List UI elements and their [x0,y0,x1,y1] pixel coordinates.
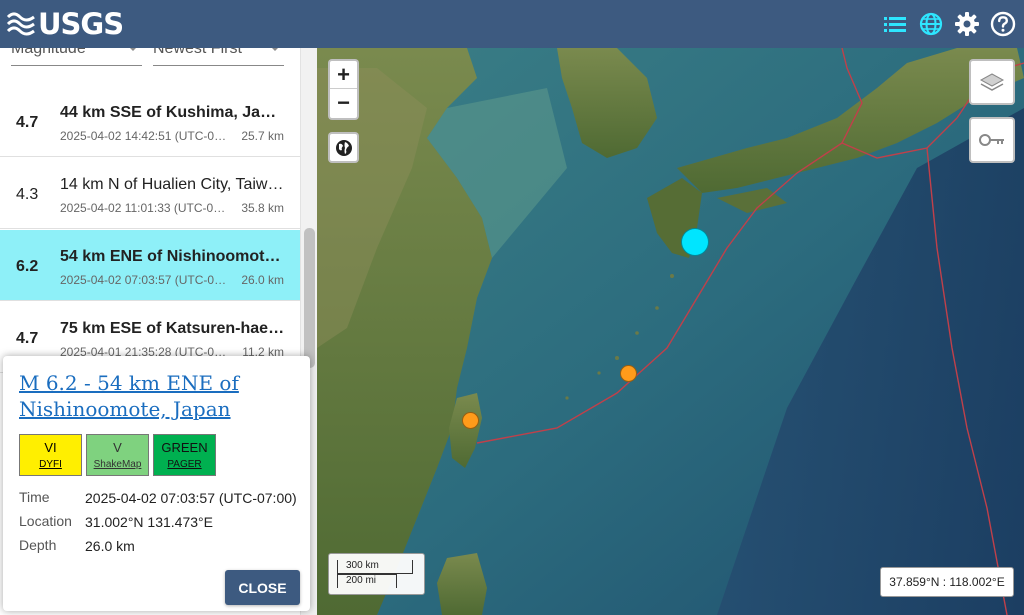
usgs-logo[interactable]: USGS [0,0,124,48]
pager-label: PAGER [167,459,202,470]
depth: 25.7 km [241,129,284,143]
help-icon[interactable] [990,11,1016,37]
shakemap-label: ShakeMap [93,459,142,470]
scrollbar-thumb[interactable] [304,228,315,368]
impact-badges: VI DYFI V ShakeMap GREEN PAGER [19,434,216,476]
pager-value: GREEN [161,440,208,455]
layers-button[interactable] [969,59,1015,105]
scale-km: 300 km [337,560,413,574]
gear-icon[interactable] [954,11,980,37]
world-view-button[interactable] [328,132,359,163]
earthquake-marker-selected[interactable] [681,228,709,256]
earthquake-popup: M 6.2 - 54 km ENE of Nishinoomote, Japan… [3,356,310,611]
time: 2025-04-02 11:01:33 (UTC-07:00) [60,201,230,215]
dyfi-label: DYFI [39,459,62,470]
time-value: 2025-04-02 07:03:57 (UTC-07:00) [85,490,297,506]
scale-mi: 200 mi [337,574,397,588]
sort-order-select[interactable]: Newest First [153,48,284,66]
chevron-down-icon [270,48,280,51]
legend-button[interactable] [969,117,1015,163]
map-scale: 300 km 200 mi [328,553,425,595]
pager-badge[interactable]: GREEN PAGER [153,434,216,476]
shakemap-value: V [113,440,122,455]
sort-order-value: Newest First [153,48,242,57]
mouse-coordinates: 37.859°N : 118.002°E [880,567,1014,597]
layers-icon [979,73,1005,91]
depth: 35.8 km [241,201,284,215]
time-label: Time [19,489,50,505]
depth-value: 26.0 km [85,538,135,554]
list-item[interactable]: 4.3 14 km N of Hualien City, Taiwan 2025… [0,158,300,229]
sort-field-select[interactable]: Magnitude [11,48,142,66]
depth-label: Depth [19,537,57,553]
zoom-control: + − [328,59,359,120]
dyfi-value: VI [44,440,57,455]
sort-controls: Magnitude Newest First [0,48,300,86]
shakemap-badge[interactable]: V ShakeMap [86,434,149,476]
list-item[interactable]: 4.7 44 km SSE of Kushima, Japan 2025-04-… [0,86,300,157]
earthquake-marker[interactable] [462,412,479,429]
app-header: USGS [0,0,1024,48]
event-title-link[interactable]: M 6.2 - 54 km ENE of Nishinoomote, Japan [19,370,299,422]
place: 75 km ESE of Katsuren-haebaru, Japan [60,320,285,337]
place: 44 km SSE of Kushima, Japan [60,104,285,121]
list-icon[interactable] [882,11,908,37]
globe-icon[interactable] [918,11,944,37]
place: 54 km ENE of Nishinoomote, Japan [60,248,285,265]
close-button[interactable]: CLOSE [225,570,300,605]
time: 2025-04-02 14:42:51 (UTC-07:00) [60,129,230,143]
location-label: Location [19,513,72,529]
time: 2025-04-02 07:03:57 (UTC-07:00) [60,273,230,287]
depth: 26.0 km [241,273,284,287]
dyfi-badge[interactable]: VI DYFI [19,434,82,476]
list-item-selected[interactable]: 6.2 54 km ENE of Nishinoomote, Japan 202… [0,230,300,301]
key-icon [979,134,1004,146]
satellite-basemap [317,48,1024,615]
earthquake-marker[interactable] [620,365,637,382]
map[interactable]: + − 300 km 200 mi 37.859°N : 118.002°E [317,48,1024,615]
globe-icon [335,139,352,156]
sort-field-value: Magnitude [11,48,86,57]
logo-text: USGS [38,7,124,41]
location-value: 31.002°N 131.473°E [85,514,213,530]
magnitude: 6.2 [16,258,39,275]
chevron-down-icon [128,48,138,51]
usgs-logo-mark [6,12,35,36]
zoom-out-button[interactable]: − [330,89,357,117]
zoom-in-button[interactable]: + [330,61,357,89]
magnitude: 4.7 [16,114,39,131]
magnitude: 4.3 [16,186,39,203]
magnitude: 4.7 [16,330,39,347]
place: 14 km N of Hualien City, Taiwan [60,176,285,193]
